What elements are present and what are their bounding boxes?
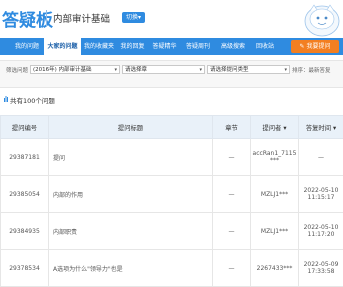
chapter-select[interactable]: 请选择章 ▾	[122, 65, 205, 74]
question-asker: 2267433***	[251, 250, 299, 287]
question-asker: MZLJ1***	[251, 176, 299, 213]
chevron-down-icon: ▾	[199, 66, 202, 75]
question-id: 29378534	[1, 250, 49, 287]
chevron-down-icon: ▾	[114, 66, 117, 75]
nav-recycle-bin[interactable]: 回收站	[251, 38, 279, 55]
nav-my-questions[interactable]: 我的问题	[10, 38, 44, 55]
col-header-asker[interactable]: 提问者 ▾	[251, 116, 299, 139]
col-header-title: 提问标题	[49, 116, 213, 139]
table-header-row: 提问编号 提问标题 章节 提问者 ▾ 答复时间 ▾	[1, 116, 343, 139]
mascot-illustration	[292, 1, 342, 38]
question-title[interactable]: 提问	[49, 139, 213, 176]
question-asker: accRan1_7115***	[251, 139, 299, 176]
nav-advanced-search[interactable]: 高级搜索	[215, 38, 251, 55]
filter-label: 筛选问题	[6, 66, 28, 74]
stats-icon	[4, 95, 8, 102]
question-title[interactable]: 内部职责	[49, 213, 213, 250]
col-header-asker-label: 提问者	[262, 125, 281, 132]
col-header-chapter: 章节	[213, 116, 251, 139]
ask-question-label: 我要提问	[306, 43, 330, 50]
type-select-value: 请选择提问类型	[210, 67, 249, 73]
nav-weekly[interactable]: 答疑周刊	[181, 38, 215, 55]
course-select-value: (2016年) 内部审计基础	[33, 67, 92, 73]
col-header-time[interactable]: 答复时间 ▾	[299, 116, 343, 139]
header: 答疑板 内部审计基础 切换▾	[0, 0, 343, 38]
nav-all-questions[interactable]: 大家的问题	[44, 38, 81, 55]
question-chapter: —	[213, 176, 251, 213]
nav-my-favorites[interactable]: 我的收藏夹	[81, 38, 117, 55]
question-count: 共有100个问题	[10, 95, 55, 105]
question-chapter: —	[213, 139, 251, 176]
question-title[interactable]: A选项为什么"领导力"也是	[49, 250, 213, 287]
question-chapter: —	[213, 250, 251, 287]
col-header-id: 提问编号	[1, 116, 49, 139]
question-id: 29385054	[1, 176, 49, 213]
course-title: 内部审计基础	[53, 11, 110, 25]
filter-bar: 筛选问题 (2016年) 内部审计基础 ▾ 请选择章 ▾ 请选择提问类型 ▾ 排…	[0, 60, 343, 88]
type-select[interactable]: 请选择提问类型 ▾	[207, 65, 290, 74]
sort-arrow-icon: ▾	[333, 125, 336, 132]
logo-divider	[46, 10, 47, 26]
table-row[interactable]: 29385054 内部的作用 — MZLJ1*** 2022-05-10 11:…	[1, 176, 343, 213]
chevron-down-icon: ▾	[284, 66, 287, 75]
col-header-time-label: 答复时间	[306, 125, 331, 132]
reply-time: 2022-05-10 11:17:20	[299, 213, 343, 250]
questions-table: 提问编号 提问标题 章节 提问者 ▾ 答复时间 ▾ 29387181 提问 — …	[0, 115, 343, 287]
sort-control[interactable]: 排序：最新答复	[292, 66, 331, 74]
question-asker: MZLJ1***	[251, 213, 299, 250]
table-row[interactable]: 29378534 A选项为什么"领导力"也是 — 2267433*** 2022…	[1, 250, 343, 287]
table-row[interactable]: 29387181 提问 — accRan1_7115*** —	[1, 139, 343, 176]
table-row[interactable]: 29384935 内部职责 — MZLJ1*** 2022-05-10 11:1…	[1, 213, 343, 250]
sort-value: 最新答复	[309, 68, 331, 74]
question-id: 29387181	[1, 139, 49, 176]
sort-label: 排序：	[292, 68, 309, 74]
chapter-select-value: 请选择章	[125, 67, 147, 73]
course-select[interactable]: (2016年) 内部审计基础 ▾	[30, 65, 120, 74]
reply-time: 2022-05-10 11:15:17	[299, 176, 343, 213]
question-id: 29384935	[1, 213, 49, 250]
reply-time: —	[299, 139, 343, 176]
question-chapter: —	[213, 213, 251, 250]
switch-course-button[interactable]: 切换▾	[122, 12, 145, 23]
ask-question-button[interactable]: ✎ 我要提问	[291, 40, 339, 53]
question-title[interactable]: 内部的作用	[49, 176, 213, 213]
nav-my-replies[interactable]: 我的回复	[117, 38, 148, 55]
sort-arrow-icon: ▾	[283, 125, 286, 132]
reply-time: 2022-05-09 17:33:58	[299, 250, 343, 287]
nav-featured[interactable]: 答疑精华	[148, 38, 181, 55]
